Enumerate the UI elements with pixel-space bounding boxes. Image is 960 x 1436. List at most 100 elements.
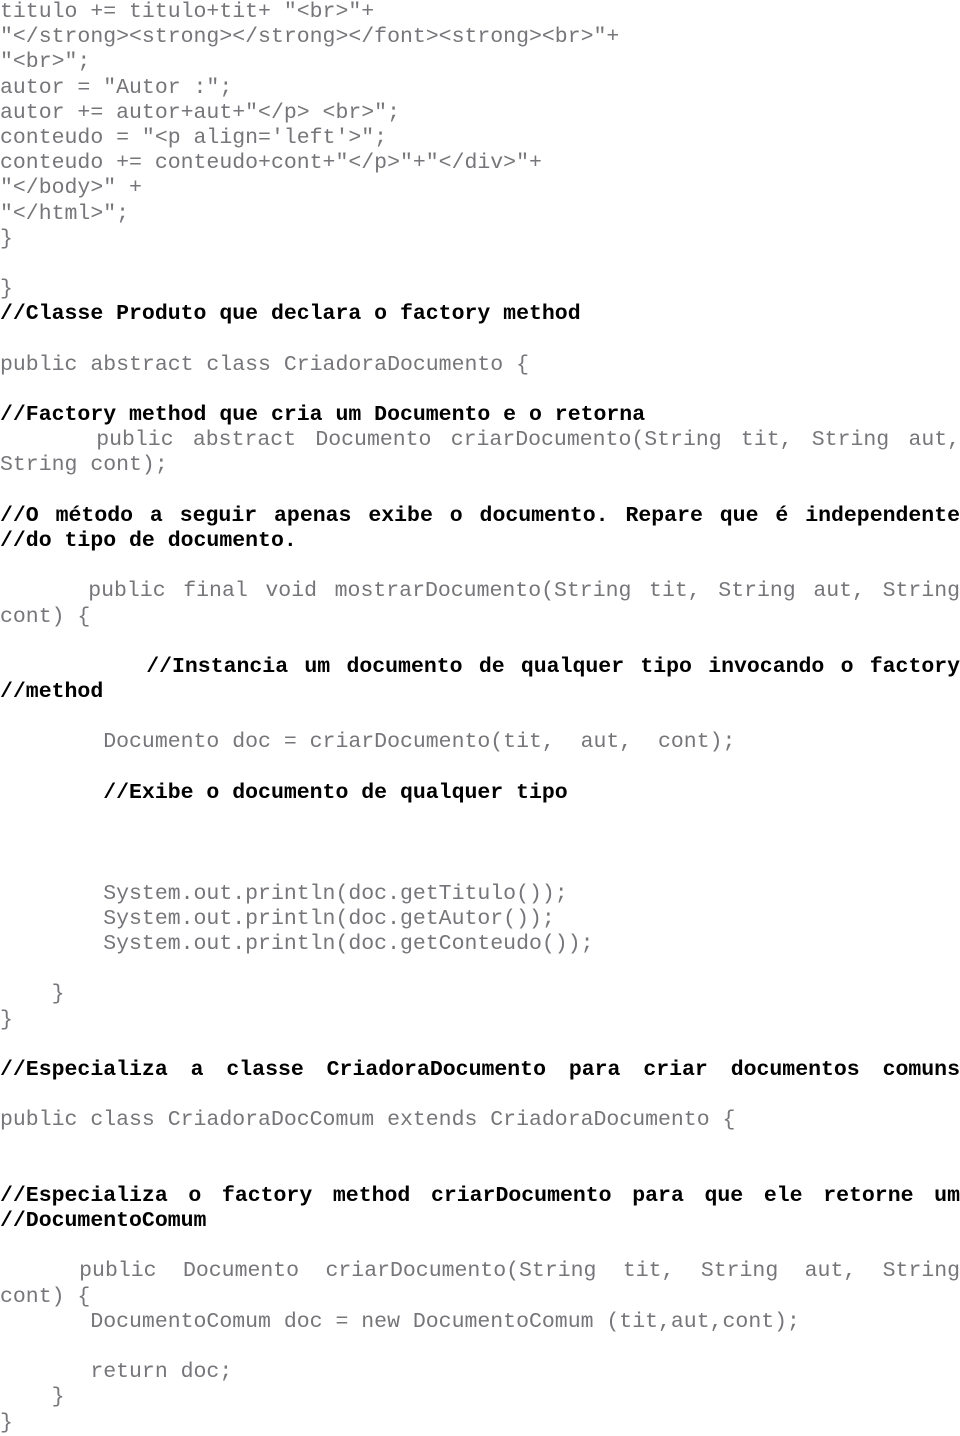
code-token: tipo: [640, 654, 692, 679]
code-token: para: [568, 1057, 621, 1082]
code-token: para: [632, 1183, 684, 1208]
code-token: criarDocumento: [430, 1183, 612, 1208]
code-token: é: [775, 503, 789, 528]
code-line: autor = "Autor :";: [0, 75, 233, 100]
code-line: public final void mostrarDocumento(Strin…: [0, 579, 960, 604]
code-comment-line: //Classe Produto que declara o factory m…: [0, 302, 581, 327]
document-page: titulo += titulo+tit+ "<br>"+ "</strong><…: [0, 0, 960, 1435]
code-comment-line: //method: [0, 680, 104, 705]
code-token: String: [811, 428, 890, 453]
code-token: tit,: [740, 428, 793, 453]
code-token: comuns: [882, 1057, 960, 1082]
code-line: }: [0, 1385, 65, 1410]
code-token: void: [265, 579, 318, 604]
code-line: }: [0, 277, 13, 302]
code-token: o: [840, 654, 854, 679]
code-token: qualquer: [520, 654, 625, 679]
code-token: Documento: [182, 1259, 300, 1284]
code-line: }: [0, 982, 65, 1007]
code-token: final: [183, 579, 248, 604]
code-token: public: [88, 579, 166, 604]
code-token: retorne: [823, 1183, 914, 1208]
code-token: String: [882, 1259, 960, 1284]
code-line: "</html>";: [0, 201, 130, 226]
code-token: o: [449, 503, 463, 528]
code-token: que: [719, 503, 759, 528]
code-line: "</body>" +: [0, 176, 142, 201]
code-token: seguir: [179, 503, 258, 528]
code-comment-line: //DocumentoComum: [0, 1209, 207, 1233]
code-line: DocumentoComum doc = new DocumentoComum …: [0, 1309, 800, 1334]
code-line: }: [0, 1007, 13, 1032]
code-token: ele: [763, 1183, 803, 1208]
code-line: titulo += titulo+tit+ "<br>"+: [0, 0, 375, 24]
code-line: cont) {: [0, 604, 91, 629]
code-comment-line: //do tipo de documento.: [0, 528, 297, 553]
code-line: return doc;: [0, 1360, 233, 1385]
code-token: criar: [643, 1057, 708, 1082]
code-line: cont) {: [0, 1284, 91, 1309]
code-token: Repare: [625, 503, 703, 528]
code-token: apenas: [274, 503, 352, 528]
code-token: classe: [226, 1057, 304, 1082]
code-token: método: [55, 503, 134, 528]
code-token: String: [882, 579, 960, 604]
code-line: }: [0, 1410, 13, 1435]
code-token: method: [332, 1183, 411, 1208]
code-comment-line: //Instancia um documento de qualquer tip…: [0, 655, 960, 680]
code-token: o: [188, 1183, 202, 1208]
code-line: String cont);: [0, 453, 168, 478]
code-token: //Instancia: [146, 654, 289, 679]
code-line: public class CriadoraDocComum extends Cr…: [0, 1108, 736, 1133]
code-token: tit,: [649, 579, 701, 604]
code-token: //Especializa: [0, 1183, 168, 1208]
code-token: aut,: [804, 1259, 857, 1284]
code-line: public Documento criarDocumento(String t…: [0, 1259, 960, 1284]
code-line: "<br>";: [0, 50, 91, 75]
code-token: Documento: [315, 428, 432, 453]
code-token: de: [478, 654, 505, 679]
code-token: tit,: [622, 1259, 675, 1284]
code-token: //O: [0, 503, 39, 528]
code-token: factory: [869, 654, 960, 679]
code-token: a: [149, 503, 163, 528]
code-comment-line: //Factory method que cria um Documento e…: [0, 403, 646, 427]
code-token: documentos: [730, 1057, 860, 1082]
code-line: "</strong><strong></strong></font><stron…: [0, 25, 620, 50]
code-token: String: [718, 579, 796, 604]
code-token: public: [96, 428, 174, 453]
code-comment-line: //Exibe o documento de qualquer tipo: [0, 780, 568, 805]
code-comment-line: //Especializa a classe CriadoraDocumento…: [0, 1058, 960, 1083]
code-token: factory: [221, 1183, 313, 1208]
code-line: System.out.println(doc.getAutor());: [0, 906, 555, 931]
code-token: criarDocumento(String: [325, 1259, 597, 1284]
code-line: }: [0, 226, 13, 251]
code-comment-line: //Especializa o factory method criarDocu…: [0, 1184, 960, 1209]
code-token: mostrarDocumento(String: [334, 579, 632, 604]
code-line: conteudo += conteudo+cont+"</p>"+"</div>…: [0, 151, 542, 176]
code-token: aut,: [813, 579, 865, 604]
code-token: documento: [346, 654, 463, 679]
code-token: public: [79, 1259, 157, 1284]
code-line: autor += autor+aut+"</p> <br>";: [0, 100, 400, 125]
code-token: abstract: [192, 428, 297, 453]
